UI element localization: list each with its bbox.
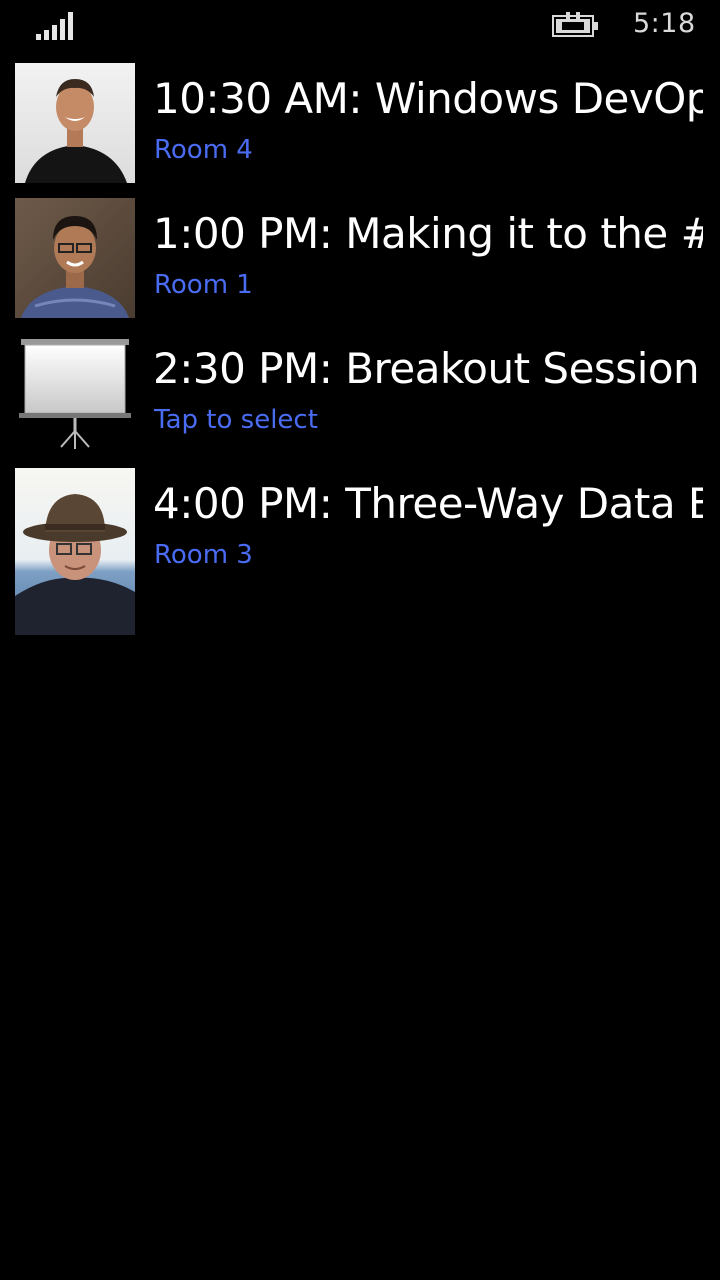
session-title: 1:00 PM: Making it to the #1 — [153, 209, 703, 258]
session-title: 10:30 AM: Windows DevOps — [153, 74, 703, 123]
speaker-portrait-icon — [15, 468, 135, 635]
list-item[interactable]: 1:00 PM: Making it to the #1 Room 1 — [0, 198, 720, 324]
list-item[interactable]: 10:30 AM: Windows DevOps Room 4 — [0, 63, 720, 189]
speaker-photo — [15, 198, 135, 318]
list-item[interactable]: 4:00 PM: Three-Way Data Binding Room 3 — [0, 468, 720, 636]
battery-charging-icon — [552, 12, 598, 37]
status-time: 5:18 — [633, 8, 696, 39]
tap-to-select-link[interactable]: Tap to select — [154, 403, 318, 437]
speaker-portrait-icon — [15, 63, 135, 183]
list-item[interactable]: 2:30 PM: Breakout Session Tap to select — [0, 333, 720, 459]
speaker-photo — [15, 63, 135, 183]
session-room: Room 3 — [154, 540, 253, 570]
session-title: 4:00 PM: Three-Way Data Binding — [153, 479, 703, 528]
session-room: Room 4 — [154, 135, 253, 165]
signal-bars-icon — [36, 12, 73, 40]
speaker-portrait-icon — [15, 198, 135, 318]
projector-screen-icon — [15, 333, 135, 453]
session-title: 2:30 PM: Breakout Session — [153, 344, 700, 393]
status-bar: 5:18 — [0, 0, 720, 52]
speaker-photo — [15, 468, 135, 635]
session-room: Room 1 — [154, 270, 253, 300]
